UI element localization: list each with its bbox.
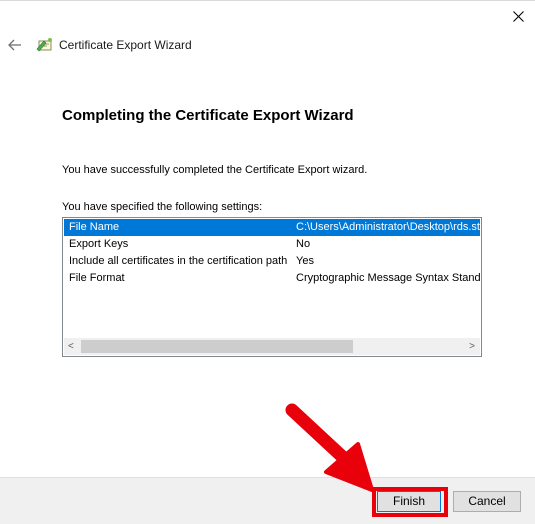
cancel-button[interactable]: Cancel (453, 491, 521, 512)
setting-name: File Name (69, 221, 120, 233)
list-item-file-format[interactable]: File Format Cryptographic Message Syntax… (64, 270, 480, 287)
close-icon (513, 11, 524, 22)
success-message: You have successfully completed the Cert… (62, 164, 368, 176)
setting-value: Yes (296, 255, 314, 267)
list-item-include-certificates[interactable]: Include all certificates in the certific… (64, 253, 480, 270)
page-heading: Completing the Certificate Export Wizard (62, 107, 354, 124)
settings-label: You have specified the following setting… (62, 201, 263, 213)
setting-value: C:\Users\Administrator\Desktop\rds.st (296, 221, 480, 233)
setting-value: No (296, 238, 311, 250)
wizard-title: Certificate Export Wizard (59, 38, 192, 52)
setting-value: Cryptographic Message Syntax Standa (296, 272, 480, 284)
list-item-file-name[interactable]: File Name C:\Users\Administrator\Desktop… (64, 219, 480, 236)
setting-name: Include all certificates in the certific… (69, 255, 288, 267)
list-item-export-keys[interactable]: Export Keys No (64, 236, 480, 253)
scroll-right-icon[interactable]: > (469, 342, 475, 352)
window-top-edge (0, 0, 535, 1)
close-button[interactable] (505, 4, 531, 28)
horizontal-scrollbar[interactable]: < > (64, 338, 480, 355)
scroll-left-icon[interactable]: < (68, 342, 74, 352)
settings-list[interactable]: File Name C:\Users\Administrator\Desktop… (62, 217, 482, 357)
setting-name: Export Keys (69, 238, 129, 250)
back-button[interactable] (6, 36, 26, 56)
finish-button[interactable]: Finish (377, 491, 441, 512)
back-arrow-icon (8, 39, 21, 51)
certificate-wizard-icon (36, 37, 54, 53)
scrollbar-thumb[interactable] (81, 340, 353, 353)
setting-name: File Format (69, 272, 125, 284)
